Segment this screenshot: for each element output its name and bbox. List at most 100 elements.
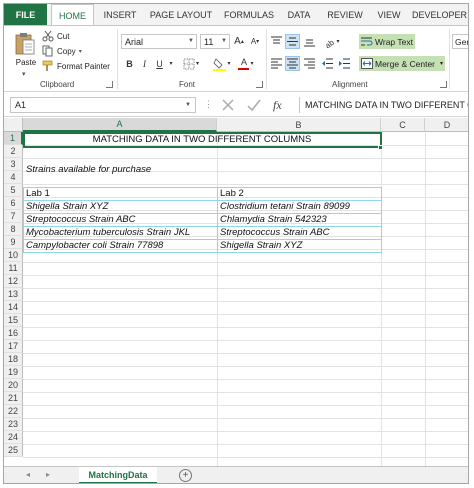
name-box[interactable]: A1 ▼: [10, 97, 196, 113]
merge-center-button[interactable]: Merge & Center ▾: [359, 56, 445, 71]
row-header[interactable]: 2: [4, 145, 23, 158]
fill-handle[interactable]: [378, 145, 383, 150]
row-header[interactable]: 19: [4, 366, 23, 379]
row-header[interactable]: 12: [4, 275, 23, 288]
row-header[interactable]: 18: [4, 353, 23, 366]
select-all-corner[interactable]: [4, 118, 23, 132]
shrink-font-button[interactable]: A ▾: [248, 34, 262, 49]
column-header-a[interactable]: A: [23, 118, 217, 132]
column-header-b[interactable]: B: [217, 118, 381, 132]
tab-page-layout[interactable]: PAGE LAYOUT: [145, 4, 217, 25]
row-header[interactable]: 25: [4, 444, 23, 457]
align-right-button[interactable]: [302, 56, 316, 71]
formula-bar: A1 ▼ ⋮ fx MATCHING DATA IN TWO DIFFERENT…: [4, 93, 468, 117]
paste-dropdown-icon[interactable]: ▾: [22, 70, 26, 78]
insert-function-icon[interactable]: fx: [273, 98, 282, 113]
sheet-prev-icon[interactable]: ◂: [26, 470, 30, 479]
wrap-text-button[interactable]: Wrap Text: [359, 34, 415, 49]
tab-formulas[interactable]: FORMULAS: [220, 4, 278, 25]
tab-developer[interactable]: DEVELOPER: [409, 4, 468, 25]
copy-dropdown-icon[interactable]: ▾: [79, 48, 82, 55]
tab-file[interactable]: FILE: [4, 4, 47, 25]
enter-icon[interactable]: [247, 98, 261, 112]
column-header-d[interactable]: D: [425, 118, 468, 132]
row-header[interactable]: 15: [4, 314, 23, 327]
increase-indent-button[interactable]: [337, 56, 351, 71]
fill-color-button[interactable]: ▾: [212, 56, 232, 71]
sheet-tab-matchingdata[interactable]: MatchingData: [79, 467, 157, 483]
tab-insert[interactable]: INSERT: [97, 4, 143, 25]
clipboard-icon: [15, 33, 35, 55]
align-middle-button[interactable]: [285, 34, 300, 49]
cut-button[interactable]: Cut: [42, 29, 69, 43]
row-header[interactable]: 3: [4, 158, 23, 171]
formula-input[interactable]: MATCHING DATA IN TWO DIFFERENT C: [299, 97, 468, 113]
row-header[interactable]: 4: [4, 171, 23, 184]
align-bottom-button[interactable]: [302, 34, 316, 49]
font-color-button[interactable]: A ▾: [236, 56, 256, 71]
sheet-next-icon[interactable]: ▸: [46, 470, 50, 479]
format-painter-button[interactable]: Format Painter: [42, 59, 110, 73]
alignment-launcher-icon[interactable]: [440, 81, 447, 88]
merge-center-label: Merge & Center: [375, 58, 435, 69]
row-header[interactable]: 23: [4, 418, 23, 431]
row-header[interactable]: 17: [4, 340, 23, 353]
align-top-button[interactable]: [269, 34, 283, 49]
subtitle-cell[interactable]: Strains available for purchase: [23, 163, 323, 176]
font-launcher-icon[interactable]: [256, 81, 263, 88]
orientation-button[interactable]: ab ▾: [322, 34, 342, 49]
tab-data[interactable]: DATA: [280, 4, 318, 25]
gridline: [23, 457, 468, 458]
clipboard-launcher-icon[interactable]: [106, 81, 113, 88]
align-top-icon: [270, 36, 282, 44]
cancel-icon[interactable]: [221, 98, 235, 112]
copy-button[interactable]: Copy ▾: [42, 44, 82, 58]
row-header[interactable]: 8: [4, 223, 23, 236]
row-header[interactable]: 21: [4, 392, 23, 405]
gridline: [23, 158, 468, 159]
align-left-button[interactable]: [269, 56, 283, 71]
merge-center-icon: [361, 58, 373, 69]
tab-home[interactable]: HOME: [51, 4, 94, 26]
align-center-button[interactable]: [285, 56, 300, 71]
row-header[interactable]: 14: [4, 301, 23, 314]
tab-review[interactable]: REVIEW: [321, 4, 369, 25]
add-sheet-icon[interactable]: +: [179, 469, 192, 482]
italic-button[interactable]: I: [138, 56, 151, 71]
row-header[interactable]: 24: [4, 431, 23, 444]
paste-button[interactable]: Paste ▾: [12, 30, 38, 78]
row-header[interactable]: 20: [4, 379, 23, 392]
gridline: [23, 184, 468, 185]
gridline: [23, 431, 468, 432]
row-header[interactable]: 5: [4, 184, 23, 197]
worksheet-grid[interactable]: A B C D 1 2 3 4 5 6 7 8 9 10 11 12 13 14 15 16 17 18 19 20 2…: [4, 118, 468, 466]
row-header[interactable]: 7: [4, 210, 23, 223]
column-header-c[interactable]: C: [381, 118, 425, 132]
more-dots-icon: ⋮: [204, 99, 213, 109]
chevron-down-icon[interactable]: ▾: [440, 60, 443, 67]
row-header[interactable]: 16: [4, 327, 23, 340]
decrease-indent-button[interactable]: [320, 56, 334, 71]
tab-view[interactable]: VIEW: [371, 4, 407, 25]
underline-dropdown-icon[interactable]: ▾: [167, 56, 175, 71]
align-center-icon: [287, 58, 298, 69]
grow-font-button[interactable]: A ▴: [232, 34, 246, 49]
row-header[interactable]: 11: [4, 262, 23, 275]
font-size-box[interactable]: 11 ▼: [200, 34, 230, 49]
row-header[interactable]: 9: [4, 236, 23, 249]
name-box-value: A1: [15, 100, 27, 110]
row-header[interactable]: 1: [4, 132, 23, 145]
row-header[interactable]: 6: [4, 197, 23, 210]
wrap-text-icon: [361, 37, 373, 46]
align-middle-icon: [287, 37, 298, 46]
font-name-value: Arial: [125, 36, 144, 47]
underline-button[interactable]: U: [153, 56, 166, 71]
font-name-box[interactable]: Arial ▼: [121, 34, 197, 49]
borders-button[interactable]: ▾: [182, 56, 200, 71]
row-header[interactable]: 22: [4, 405, 23, 418]
copy-icon: [42, 45, 54, 57]
bold-button[interactable]: B: [123, 56, 136, 71]
row-header[interactable]: 13: [4, 288, 23, 301]
row-header[interactable]: 10: [4, 249, 23, 262]
number-format-box[interactable]: Gene: [452, 34, 468, 49]
